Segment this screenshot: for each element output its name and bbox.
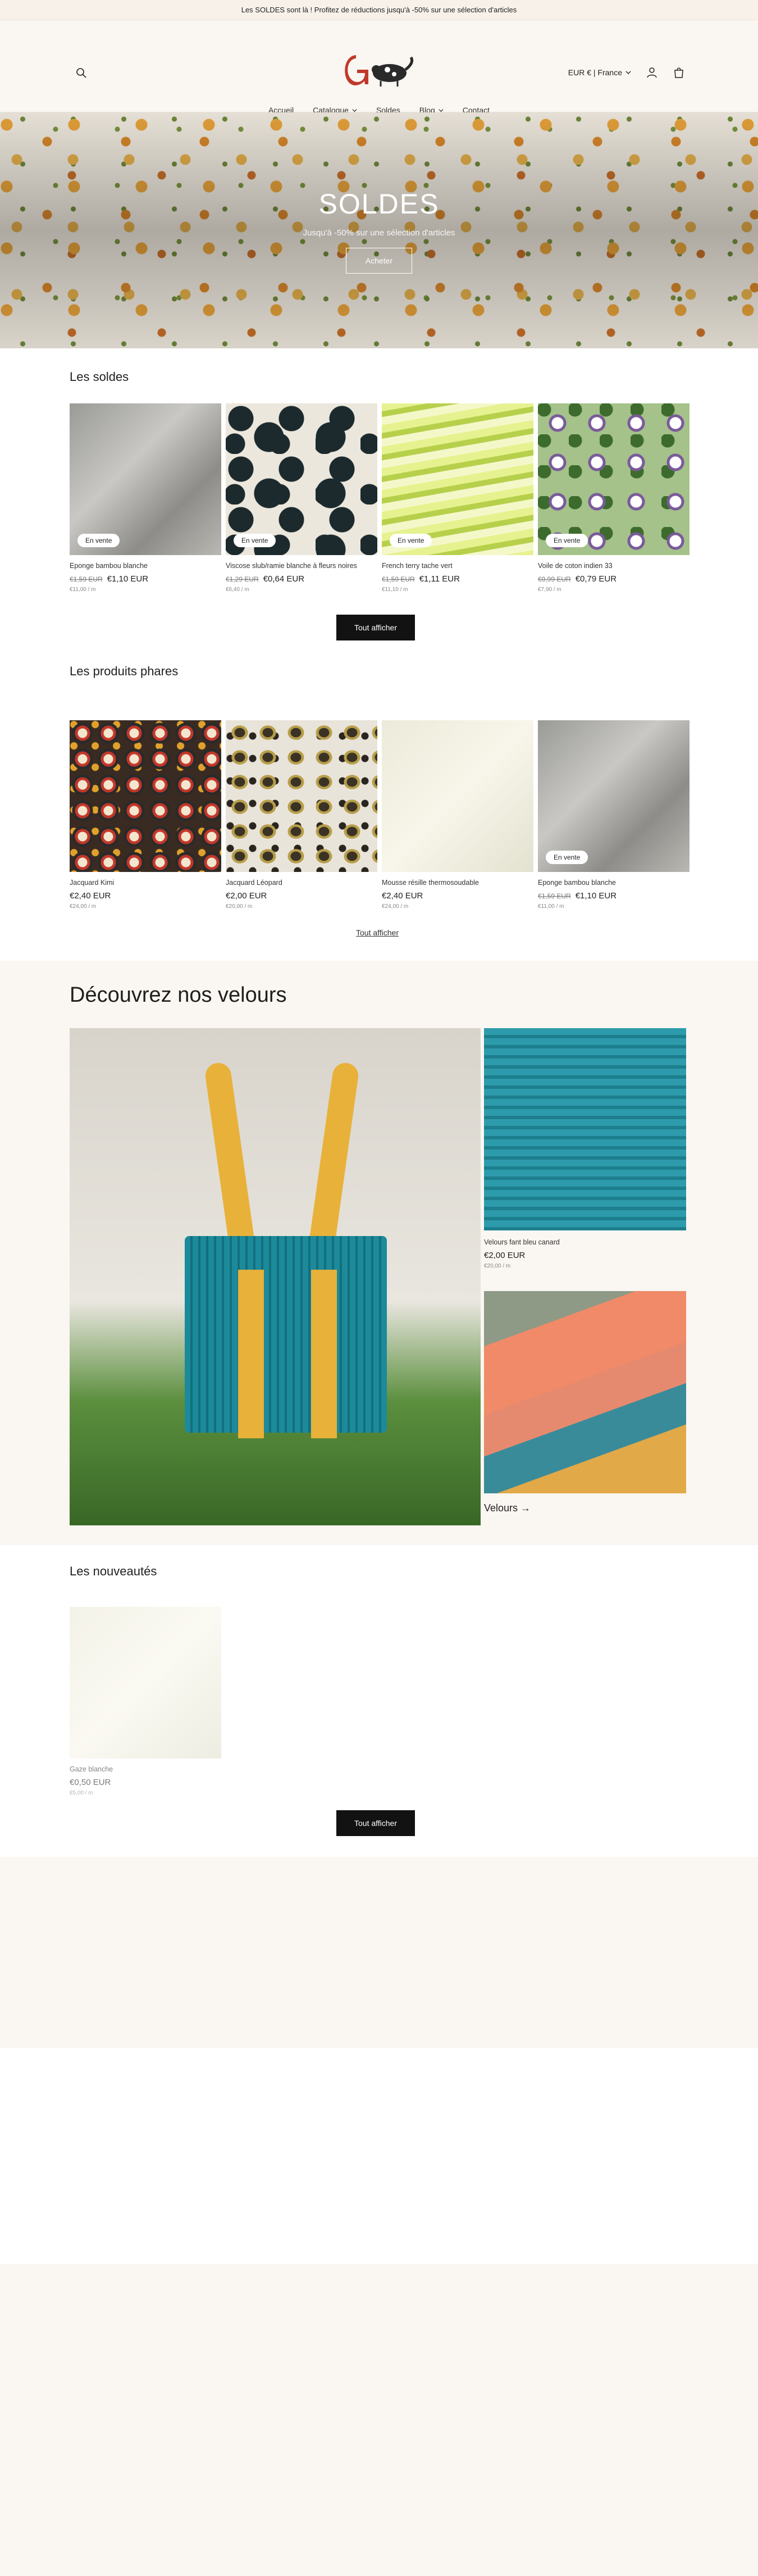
empty-section [0,1857,758,2048]
product-name[interactable]: Eponge bambou blanche [538,879,689,887]
chevron-down-icon [625,68,631,77]
product-price: €1,11 EUR [419,574,460,584]
product-card[interactable]: En vente Viscose slub/ramie blanche à fl… [226,403,377,593]
view-all-link[interactable]: Tout afficher [356,928,399,937]
hero-subtitle: Jusqu'à -50% sur une sélection d'article… [303,228,455,238]
velours-product-card[interactable]: Velours fant bleu canard €2,00 EUR €20,0… [484,1028,686,1269]
search-icon[interactable] [75,66,88,80]
empty-section [0,2048,758,2264]
section-title: Les produits phares [70,664,179,678]
collection-link[interactable]: Velours → [484,1502,686,1514]
velours-collection-card[interactable]: Velours → [484,1291,686,1514]
product-price: €0,50 EUR [70,1778,111,1787]
product-price: €2,00 EUR [484,1251,526,1260]
bag-body [185,1236,387,1433]
product-image[interactable] [382,720,533,872]
header-actions: EUR € | France [568,66,685,79]
section-title: Les soldes [70,370,129,384]
sale-badge: En vente [77,534,120,547]
country-selector[interactable]: EUR € | France [568,68,631,77]
product-name[interactable]: Gaze blanche [70,1765,221,1773]
hero-title: SOLDES [318,188,440,220]
product-unit-price: €11,00 / m [70,587,96,593]
product-name[interactable]: Eponge bambou blanche [70,562,221,570]
bag-strap [238,1270,264,1438]
product-price: €0,64 EUR [263,574,305,584]
sale-badge: En vente [390,534,432,547]
product-name[interactable]: Jacquard Kimi [70,879,221,887]
product-grid: Jacquard Kimi €2,40 EUR €24,00 / m Jacqu… [70,720,689,910]
product-card[interactable]: Gaze blanche €0,50 EUR €5,00 / m [70,1607,221,1796]
announcement-bar: Les SOLDES sont là ! Profitez de réducti… [0,0,758,20]
product-unit-price: €11,10 / m [382,587,408,593]
product-old-price: €1,29 EUR [226,575,259,583]
product-image[interactable]: En vente [382,403,533,555]
product-card[interactable]: Jacquard Léopard €2,00 EUR €20,00 / m [226,720,377,910]
product-name[interactable]: Mousse résille thermosoudable [382,879,533,887]
product-unit-price: €5,00 / m [70,1790,93,1796]
product-unit-price: €20,00 / m [484,1263,511,1269]
product-image[interactable] [70,1607,221,1759]
site-header: EUR € | France Accueil Catalogue Soldes … [0,20,758,115]
product-image[interactable]: En vente [538,403,689,555]
sale-badge: En vente [546,534,588,547]
view-all-button[interactable]: Tout afficher [336,1810,415,1836]
product-price: €2,40 EUR [70,891,111,901]
product-image[interactable]: En vente [226,403,377,555]
product-card[interactable]: Mousse résille thermosoudable €2,40 EUR … [382,720,533,910]
product-card[interactable]: En vente Voile de coton indien 33 €0,99 … [538,403,689,593]
product-image[interactable] [226,720,377,872]
announcement-text: Les SOLDES sont là ! Profitez de réducti… [241,6,517,14]
product-price: €2,40 EUR [382,891,423,901]
country-label: EUR € | France [568,68,622,77]
product-unit-price: €24,00 / m [70,903,97,910]
product-name[interactable]: Voile de coton indien 33 [538,562,689,570]
section-title: Découvrez nos velours [70,983,287,1007]
product-unit-price: €7,90 / m [538,587,561,593]
product-old-price: €0,99 EUR [538,575,571,583]
hero-button[interactable]: Acheter [345,247,413,274]
product-name[interactable]: French terry tache vert [382,562,533,570]
product-card[interactable]: Jacquard Kimi €2,40 EUR €24,00 / m [70,720,221,910]
product-old-price: €1,59 EUR [382,575,415,583]
sale-badge: En vente [546,851,588,864]
sales-section: Les soldes En vente Eponge bambou blanch… [0,348,758,646]
product-name[interactable]: Velours fant bleu canard [484,1238,686,1246]
product-old-price: €1,59 EUR [538,892,571,900]
product-name[interactable]: Viscose slub/ramie blanche à fleurs noir… [226,562,377,570]
product-unit-price: €20,00 / m [226,903,253,910]
account-icon[interactable] [646,66,658,79]
product-price: €2,00 EUR [226,891,267,901]
section-title: Les nouveautés [70,1564,157,1578]
product-card[interactable]: En vente Eponge bambou blanche €1,59 EUR… [538,720,689,910]
product-card[interactable]: En vente Eponge bambou blanche €1,59 EUR… [70,403,221,593]
featured-section: Les produits phares Jacquard Kimi €2,40 … [0,646,758,961]
product-image[interactable]: En vente [70,403,221,555]
view-all-button[interactable]: Tout afficher [336,615,415,640]
logo[interactable] [339,53,419,88]
bag-strap [311,1270,337,1438]
product-old-price: €1,59 EUR [70,575,103,583]
product-image[interactable] [70,720,221,872]
collection-image[interactable] [484,1291,686,1493]
cart-icon[interactable] [673,66,685,79]
product-unit-price: €6,40 / m [226,587,249,593]
product-price: €1,10 EUR [107,574,149,584]
product-price: €0,79 EUR [575,574,617,584]
product-unit-price: €24,00 / m [382,903,409,910]
hero-banner: SOLDES Jusqu'à -50% sur une sélection d'… [0,112,758,348]
product-price: €1,10 EUR [575,891,617,901]
product-unit-price: €11,00 / m [538,903,564,910]
product-card[interactable]: En vente French terry tache vert €1,59 E… [382,403,533,593]
news-section: Les nouveautés Gaze blanche €0,50 EUR €5… [0,1545,758,1857]
footer-area [0,2264,758,2576]
velours-feature-image[interactable] [70,1028,481,1525]
product-image[interactable] [484,1028,686,1230]
product-image[interactable]: En vente [538,720,689,872]
sale-badge: En vente [234,534,276,547]
product-grid: En vente Eponge bambou blanche €1,59 EUR… [70,403,689,593]
product-name[interactable]: Jacquard Léopard [226,879,377,887]
